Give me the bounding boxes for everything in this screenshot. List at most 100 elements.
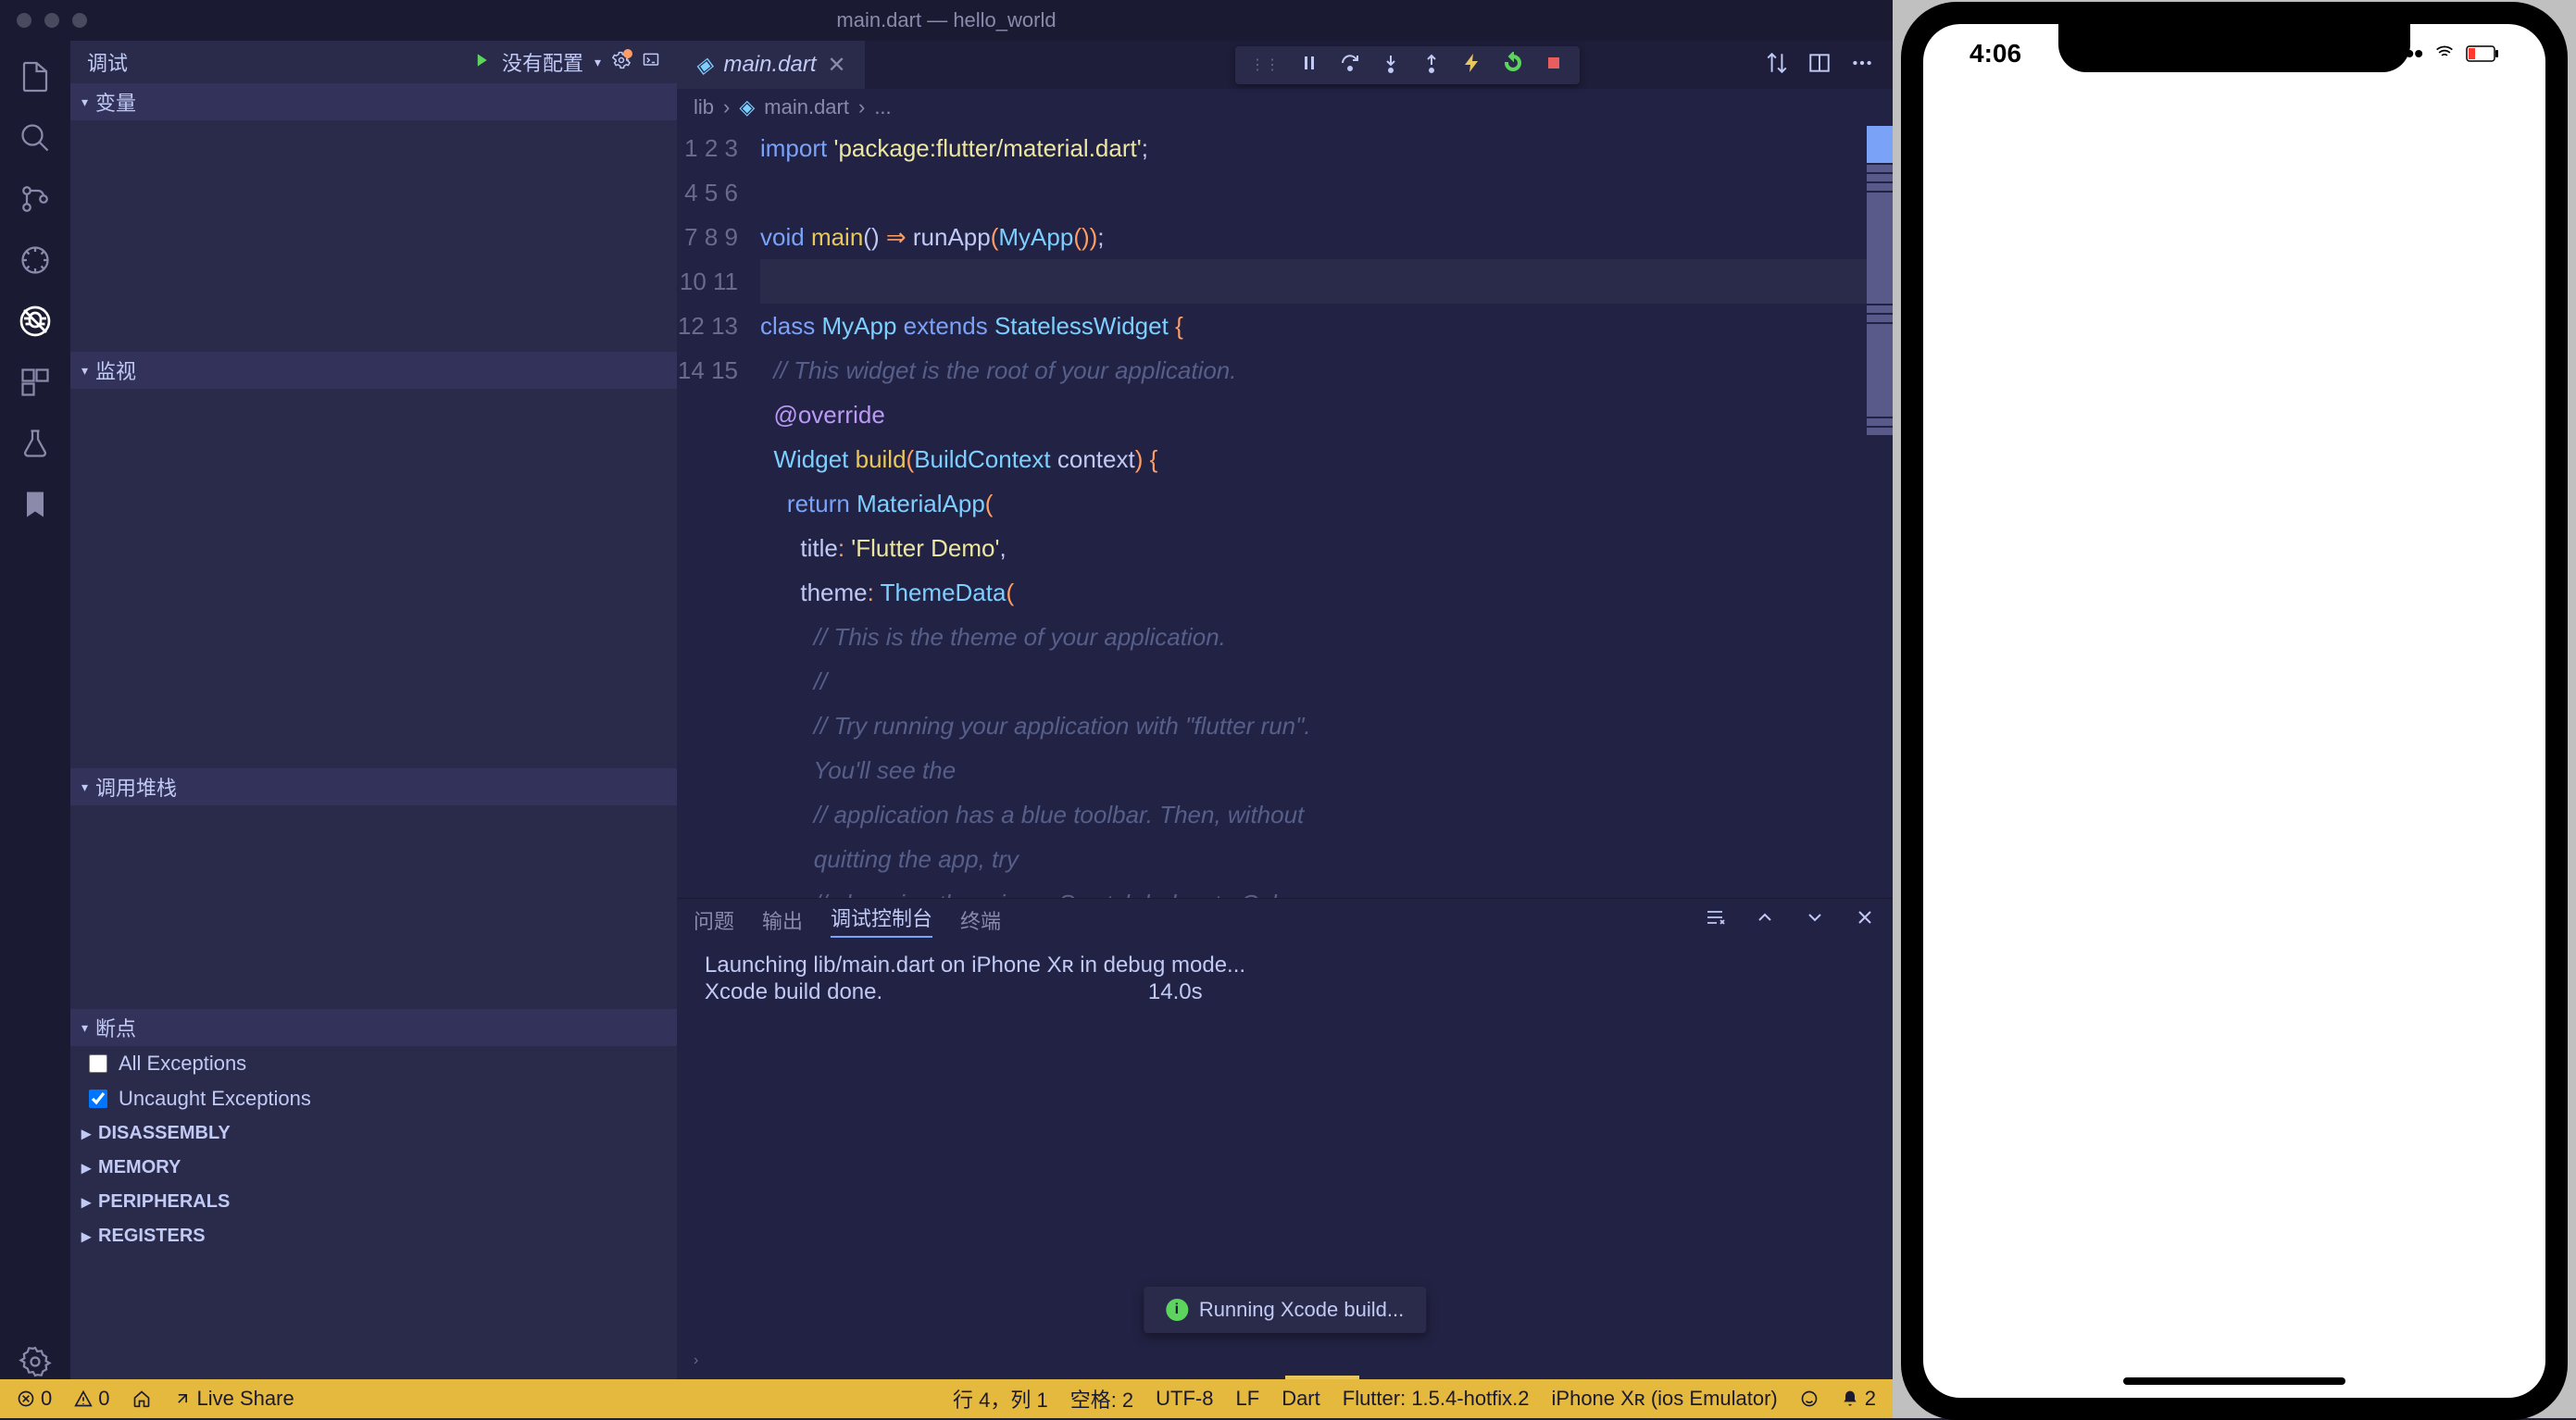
explorer-icon[interactable] [18,59,53,94]
iphone-frame: 4:06 •••• [1901,2,2568,1420]
collapse-icon: ▾ [81,779,88,795]
expand-icon: ▸ [81,1225,91,1248]
sb-errors[interactable]: 0 [17,1387,52,1411]
search-icon[interactable] [18,120,53,156]
signal-icon: •••• [2387,39,2423,69]
breadcrumb-file[interactable]: main.dart [764,95,849,119]
disassembly-header[interactable]: ▸DISASSEMBLY [70,1116,677,1151]
expand-icon: ▸ [81,1156,91,1179]
watch-header[interactable]: ▾监视 [70,352,677,389]
step-into-icon[interactable] [1380,52,1402,79]
toast-message: Running Xcode build... [1199,1298,1404,1322]
sb-device[interactable]: iPhone Xʀ (ios Emulator) [1552,1387,1778,1411]
step-over-icon[interactable] [1339,52,1361,79]
debug-label: 调试 [87,47,128,77]
breadcrumb-lib[interactable]: lib [694,95,714,119]
expand-icon: ▸ [81,1190,91,1214]
ios-status-bar: 4:06 •••• [1923,39,2545,69]
test-beaker-icon[interactable] [18,426,53,461]
sb-notifications[interactable]: 2 [1841,1387,1876,1411]
dart-file-icon: ◈ [739,95,755,119]
tab-debug-console[interactable]: 调试控制台 [831,903,932,938]
registers-header[interactable]: ▸REGISTERS [70,1219,677,1253]
code-editor[interactable]: 1 2 3 4 5 6 7 8 9 10 11 12 13 14 15 impo… [677,126,1893,898]
step-out-icon[interactable] [1420,52,1443,79]
activity-bar [0,41,70,1379]
close-window[interactable] [17,13,31,28]
start-debug-icon[interactable] [472,51,491,74]
vscode-window: main.dart — hello_world 调试 没有配置 ▾ [0,0,1893,1418]
tab-terminal[interactable]: 终端 [960,905,1001,935]
ios-time: 4:06 [1970,39,2021,69]
tab-bar: ◈ main.dart ✕ ⋮⋮ [677,41,1893,89]
tab-problems[interactable]: 问题 [694,905,734,935]
variables-header[interactable]: ▾变量 [70,83,677,120]
sb-lang[interactable]: Dart [1282,1387,1320,1411]
sb-home-icon[interactable] [132,1389,151,1408]
no-bug-icon[interactable] [18,304,53,339]
maximize-window[interactable] [72,13,87,28]
peripherals-header[interactable]: ▸PERIPHERALS [70,1185,677,1219]
bookmark-icon[interactable] [18,487,53,522]
more-actions-icon[interactable] [1850,51,1874,80]
debug-icon[interactable] [18,243,53,278]
editor-actions [1765,51,1893,80]
config-dropdown[interactable]: 没有配置 [502,47,583,77]
window-controls [0,13,87,28]
tab-output[interactable]: 输出 [762,905,803,935]
debug-console-output[interactable]: Launching lib/main.dart on iPhone Xʀ in … [677,941,1893,1342]
debug-toolbar[interactable]: ⋮⋮ [1235,46,1580,84]
minimap[interactable] [1867,126,1893,898]
bp-uncaught-exceptions[interactable]: Uncaught Exceptions [70,1081,677,1116]
configure-gear-icon[interactable] [612,51,631,74]
memory-header[interactable]: ▸MEMORY [70,1151,677,1185]
variables-body [70,120,677,352]
tab-close-icon[interactable]: ✕ [828,52,846,79]
panel-tabs: 问题 输出 调试控制台 终端 [677,899,1893,941]
bp-all-checkbox[interactable] [89,1054,107,1073]
debug-input-row[interactable]: › [677,1342,1893,1379]
progress-bar [1285,1376,1359,1379]
breadcrumb[interactable]: lib › ◈ main.dart › ... [677,89,1893,126]
source-control-icon[interactable] [18,181,53,217]
home-indicator[interactable] [2123,1377,2345,1385]
sb-feedback-icon[interactable] [1800,1389,1819,1408]
callstack-section: ▾调用堆栈 [70,768,677,1009]
sb-encoding[interactable]: UTF-8 [1156,1387,1213,1411]
expand-panel-icon[interactable] [1804,906,1826,934]
bp-all-exceptions[interactable]: All Exceptions [70,1046,677,1081]
prompt-chevron-icon: › [694,1352,698,1369]
stop-icon[interactable] [1543,52,1565,79]
collapse-icon: ▾ [81,363,88,379]
code-content[interactable]: import 'package:flutter/material.dart'; … [760,126,1893,898]
sb-flutter[interactable]: Flutter: 1.5.4-hotfix.2 [1343,1387,1530,1411]
collapse-panel-icon[interactable] [1754,906,1776,934]
tab-main-dart[interactable]: ◈ main.dart ✕ [677,41,865,89]
breadcrumb-more[interactable]: ... [874,95,891,119]
close-panel-icon[interactable] [1854,906,1876,934]
breakpoints-header[interactable]: ▾断点 [70,1009,677,1046]
restart-icon[interactable] [1502,52,1524,79]
sb-warnings[interactable]: 0 [74,1387,109,1411]
sb-spaces[interactable]: 空格: 2 [1070,1384,1133,1414]
split-editor-icon[interactable] [1807,51,1832,80]
dropdown-chevron-icon[interactable]: ▾ [594,55,601,70]
callstack-header[interactable]: ▾调用堆栈 [70,768,677,805]
compare-icon[interactable] [1765,51,1789,80]
minimize-window[interactable] [44,13,59,28]
hot-reload-icon[interactable] [1461,52,1483,79]
bp-uncaught-checkbox[interactable] [89,1090,107,1108]
sb-liveshare[interactable]: Live Share [173,1387,294,1411]
watch-section: ▾监视 [70,352,677,768]
iphone-screen[interactable]: 4:06 •••• [1923,24,2545,1398]
sb-cursor[interactable]: 行 4，列 1 [953,1384,1048,1414]
extensions-icon[interactable] [18,365,53,400]
drag-handle-icon[interactable]: ⋮⋮ [1250,56,1280,74]
debug-console-icon[interactable] [642,51,660,74]
settings-gear-icon[interactable] [18,1344,53,1379]
clear-console-icon[interactable] [1704,906,1726,934]
pause-icon[interactable] [1298,52,1320,79]
sb-eol[interactable]: LF [1236,1387,1260,1411]
status-bar: 0 0 Live Share 行 4，列 1 空格: 2 UTF-8 LF Da… [0,1379,1893,1418]
battery-icon [2466,39,2499,69]
